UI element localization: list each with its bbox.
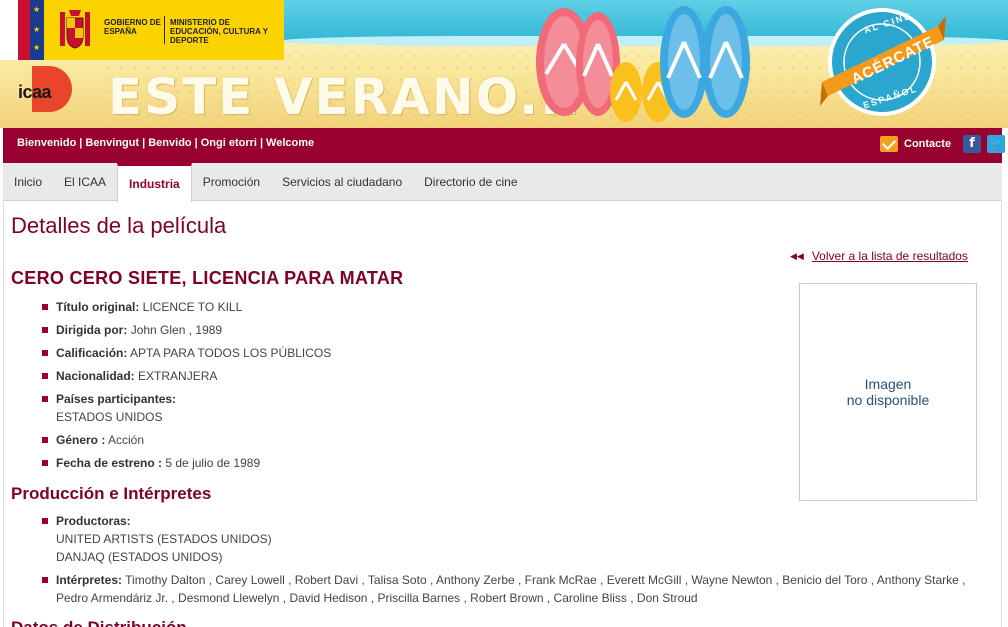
production-list: Productoras: UNITED ARTISTS (ESTADOS UNI…: [42, 512, 972, 612]
lang-link-gl[interactable]: Benvido: [148, 137, 194, 149]
image-placeholder-line1: Imagen: [864, 376, 912, 392]
contact-area: Contacte f 🐦: [880, 135, 1006, 153]
countries-value: ESTADOS UNIDOS: [56, 410, 163, 424]
banner-headline: ESTE VERANO...: [108, 68, 583, 126]
distribution-section-title: Datos de Distribución: [11, 618, 187, 627]
rating-label: Calificación:: [56, 346, 128, 360]
language-bar: Bienvenido | Benvingut | Benvido | Ongi eto…: [3, 128, 1006, 163]
lang-link-en[interactable]: Welcome: [266, 137, 317, 149]
list-item: Intérpretes: Timothy Dalton , Carey Lowe…: [42, 571, 972, 607]
producers-label: Productoras:: [56, 514, 131, 528]
movie-title: CERO CERO SIETE, LICENCIA PARA MATAR: [11, 268, 404, 288]
main-content: Detalles de la película ◀◀ Volver a la l…: [3, 202, 1002, 627]
lang-link-eu[interactable]: Ongi etorri: [201, 137, 260, 149]
lang-link-ca[interactable]: Benvingut: [85, 137, 142, 149]
list-item: Título original: LICENCE TO KILL: [42, 298, 331, 316]
coat-of-arms-icon: [60, 10, 90, 49]
language-list: Bienvenido | Benvingut | Benvido | Ongi eto…: [17, 137, 317, 149]
list-item: Productoras: UNITED ARTISTS (ESTADOS UNI…: [42, 512, 972, 566]
facebook-icon[interactable]: f: [963, 135, 982, 153]
directed-value: John Glen , 1989: [130, 323, 223, 337]
cast-line-1: Timothy Dalton , Carey Lowell , Robert D…: [125, 573, 966, 587]
movie-image-placeholder: Imagen no disponible: [799, 283, 977, 501]
government-label: GOBIERNO DE ESPAÑA: [104, 18, 161, 36]
genre-value: Acción: [108, 433, 145, 447]
original-title-value: LICENCE TO KILL: [142, 300, 243, 314]
original-title-label: Título original:: [56, 300, 140, 314]
image-placeholder-line2: no disponible: [846, 392, 930, 408]
release-label: Fecha de estreno :: [56, 456, 163, 470]
al-cine-espanol-seal[interactable]: AL CINE ACÉRCATE ESPAÑOL: [818, 6, 948, 118]
tab-industria[interactable]: Industria: [117, 163, 192, 202]
production-section-title: Producción e Intérpretes: [11, 484, 212, 503]
mail-icon[interactable]: [880, 136, 898, 152]
lang-link-es[interactable]: Bienvenido: [17, 137, 79, 149]
flip-flops-illustration: [536, 6, 750, 122]
genre-label: Género :: [56, 433, 106, 447]
back-to-results-label[interactable]: Volver a la lista de resultados: [812, 249, 968, 263]
nationality-value: EXTRANJERA: [138, 369, 218, 383]
list-item: Países participantes: ESTADOS UNIDOS: [42, 390, 331, 426]
list-item: Fecha de estreno : 5 de julio de 1989: [42, 454, 331, 472]
tab-directorio-cine[interactable]: Directorio de cine: [413, 163, 528, 200]
producer-value: UNITED ARTISTS (ESTADOS UNIDOS): [56, 532, 272, 546]
list-item: Dirigida por: John Glen , 1989: [42, 321, 331, 339]
countries-label: Países participantes:: [56, 392, 177, 406]
movie-details-list: Título original: LICENCE TO KILL Dirigid…: [42, 298, 331, 477]
list-item: Nacionalidad: EXTRANJERA: [42, 367, 331, 385]
tab-promocion[interactable]: Promoción: [192, 163, 271, 200]
cast-label: Intérpretes:: [56, 573, 123, 587]
icaa-logo[interactable]: icaa: [16, 66, 72, 112]
tab-inicio[interactable]: Inicio: [3, 163, 53, 200]
ministry-label: MINISTERIO DE EDUCACIÓN, CULTURA Y DEPOR…: [170, 18, 268, 45]
double-arrow-left-icon: ◀◀: [790, 250, 804, 261]
directed-label: Dirigida por:: [56, 323, 128, 337]
rating-value: APTA PARA TODOS LOS PÚBLICOS: [130, 346, 332, 360]
list-item: Género : Acción: [42, 431, 331, 449]
main-navigation: Inicio El ICAA Industria Promoción Servi…: [3, 163, 1002, 202]
tab-servicios-ciudadano[interactable]: Servicios al ciudadano: [271, 163, 413, 200]
cast-line-2: Pedro Armendáriz Jr. , Desmond Llewelyn …: [56, 591, 698, 605]
header-banner: ★ ★ ★ GOBIERNO DE ESPAÑA MINISTERIO DE EDU…: [0, 0, 1008, 128]
page-title: Detalles de la película: [11, 213, 227, 238]
nationality-label: Nacionalidad:: [56, 369, 135, 383]
contact-link[interactable]: Contacte: [904, 138, 951, 150]
twitter-icon[interactable]: 🐦: [987, 135, 1006, 153]
release-value: 5 de julio de 1989: [165, 456, 261, 470]
producer-value: DANJAQ (ESTADOS UNIDOS): [56, 550, 223, 564]
tab-el-icaa[interactable]: El ICAA: [53, 163, 117, 200]
back-to-results-link[interactable]: ◀◀ Volver a la lista de resultados: [790, 249, 968, 263]
icaa-logo-text: icaa: [18, 82, 52, 102]
list-item: Calificación: APTA PARA TODOS LOS PÚBLIC…: [42, 344, 331, 362]
government-logo[interactable]: ★ ★ ★ GOBIERNO DE ESPAÑA MINISTERIO DE EDU…: [0, 0, 284, 60]
eu-flag-icon: ★ ★ ★: [30, 0, 44, 60]
